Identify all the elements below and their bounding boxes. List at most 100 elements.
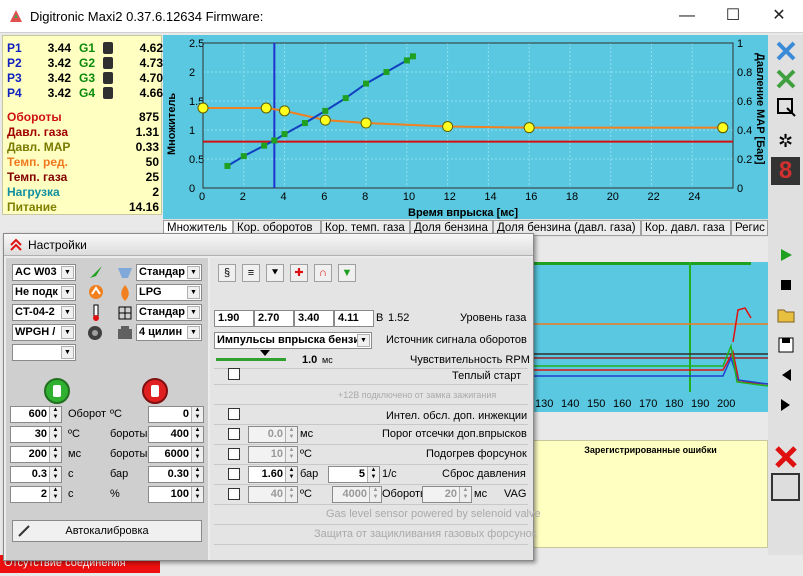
stat-value: 25: [145, 170, 159, 184]
vag-time-input[interactable]: 20 ▲ ▼: [422, 486, 472, 503]
left-spin-a[interactable]: 0.3 ▲ ▼: [10, 466, 62, 483]
map-point[interactable]: [717, 122, 729, 134]
minimize-button[interactable]: —: [664, 4, 710, 28]
map-point[interactable]: [523, 122, 535, 134]
left-spin-b[interactable]: 6000 ▲ ▼: [148, 446, 204, 463]
map-point[interactable]: [260, 102, 272, 114]
param-value: 3.42: [47, 56, 71, 70]
right-combo-0[interactable]: Стандар ▼: [136, 264, 202, 281]
map-point[interactable]: [279, 105, 291, 117]
stat-row: Нагрузка 2: [7, 185, 159, 199]
cutoff-checkbox[interactable]: [228, 428, 240, 440]
map-point[interactable]: [360, 117, 372, 129]
params-panel: P1 3.44 G1 4.62 P2 3.42 G2 4.73 P3 3.42 G3 4.70 P4 3.…: [2, 35, 163, 215]
left-spin-a[interactable]: 2 ▲ ▼: [10, 486, 62, 503]
left-spin-a[interactable]: 30 ▲ ▼: [10, 426, 62, 443]
left-combo-4[interactable]: ▼: [12, 344, 76, 361]
pressure-reset-input[interactable]: 1.60 ▲ ▼: [248, 466, 298, 483]
gas-current: 1.52: [388, 312, 410, 324]
left-unit-b: бороты: [110, 428, 148, 440]
right-combo-2[interactable]: Стандар ▼: [136, 304, 202, 321]
tab-6[interactable]: Регис: [731, 220, 768, 236]
medical-cross-icon[interactable]: ✚: [290, 264, 308, 282]
clear-errors-icon[interactable]: [771, 443, 800, 471]
pressure-reset-checkbox[interactable]: [228, 468, 240, 480]
right-combo-1[interactable]: LPG ▼: [136, 284, 202, 301]
left-spin-b[interactable]: 0 ▲ ▼: [148, 406, 204, 423]
save-icon[interactable]: [771, 331, 800, 359]
tab-5[interactable]: Кор. давл. газа: [641, 220, 731, 236]
autocalibration-button[interactable]: Автокалибровка: [12, 520, 202, 542]
right-combo-3[interactable]: 4 цилин ▼: [136, 324, 202, 341]
left-combo-1[interactable]: Не подк ▼: [12, 284, 76, 301]
close-button[interactable]: ✕: [756, 4, 802, 28]
gas-level-unit: В: [376, 312, 384, 324]
stat-label: Давл. газа: [7, 125, 69, 139]
gas-level-field-3[interactable]: 4.11: [334, 310, 374, 327]
vag-temp-input[interactable]: 40 ▲ ▼: [248, 486, 298, 503]
sample-point: [271, 137, 278, 144]
gas-level-field-0[interactable]: 1.90: [214, 310, 254, 327]
autocalibration-label: Автокалибровка: [65, 525, 149, 537]
rpm-source-select[interactable]: Импульсы впрыска бензин ▼: [214, 332, 372, 349]
map-point[interactable]: [197, 102, 209, 114]
left-combo-2[interactable]: CT-04-2 ▼: [12, 304, 76, 321]
cutoff-input[interactable]: 0.0 ▲ ▼: [248, 426, 298, 443]
back-icon[interactable]: [771, 361, 800, 389]
left-spin-b[interactable]: 400 ▲ ▼: [148, 426, 204, 443]
warm-start-checkbox[interactable]: [228, 368, 240, 380]
left-combo-3[interactable]: WPGH / ▼: [12, 324, 76, 341]
gas-level-field-1[interactable]: 2.70: [254, 310, 294, 327]
intel-injection-checkbox[interactable]: [228, 408, 240, 420]
injector-heat-checkbox[interactable]: [228, 448, 240, 460]
left-spin-a[interactable]: 200 ▲ ▼: [10, 446, 62, 463]
left-spin-b[interactable]: 100 ▲ ▼: [148, 486, 204, 503]
injector-heat-input[interactable]: 10 ▲ ▼: [248, 446, 298, 463]
stop-square-icon[interactable]: [771, 473, 800, 501]
chevron-down-icon: ▼: [187, 286, 200, 299]
stop-icon[interactable]: [771, 271, 800, 299]
forward-icon[interactable]: [771, 391, 800, 419]
stat-value: 1.31: [135, 125, 159, 139]
rpm-sensitivity-slider[interactable]: [216, 358, 286, 361]
play-icon[interactable]: [771, 241, 800, 269]
left-spin-b[interactable]: 0.30 ▲ ▼: [148, 466, 204, 483]
lock-icon[interactable]: ∩: [314, 264, 332, 282]
stat-row: Темп. ред. 50: [7, 155, 159, 169]
stat-label: Темп. газа: [7, 170, 68, 184]
live-x-tick-label: 150: [587, 398, 605, 410]
coil-icon: [118, 306, 132, 320]
settings-snow-icon[interactable]: ✲: [771, 127, 800, 155]
disconnect-icon[interactable]: [771, 37, 800, 65]
dna-icon[interactable]: §: [218, 264, 236, 282]
open-folder-icon[interactable]: [771, 301, 800, 329]
dialog-title-bar[interactable]: Настройки: [4, 234, 533, 256]
x-tick-label: 18: [566, 191, 578, 203]
export-icon[interactable]: [771, 93, 800, 121]
vag-checkbox[interactable]: [228, 488, 240, 500]
filter-icon[interactable]: ▼: [338, 264, 356, 282]
left-spin-a[interactable]: 600 ▲ ▼: [10, 406, 62, 423]
sample-point: [403, 57, 410, 64]
gas-param-name: G4: [79, 86, 96, 100]
stat-value: 0.33: [135, 140, 159, 154]
pressure-reset-rate-input[interactable]: 5 ▲ ▼: [328, 466, 380, 483]
left-combo-0[interactable]: AC W03 ▼: [12, 264, 76, 281]
multiplier-chart[interactable]: 0 2 4 6 8 10 12 14 16 18 20 22 24 0 0.5 1 1.5 2 2.5 0 0.2 0.4…: [163, 35, 768, 220]
connect-icon[interactable]: [771, 65, 800, 93]
leaf-icon: [90, 266, 102, 278]
vag-rpm-input[interactable]: 4000 ▲ ▼: [332, 486, 382, 503]
map-point[interactable]: [442, 121, 454, 133]
slider-thumb-icon[interactable]: [260, 350, 270, 356]
vag-label: VAG: [504, 488, 527, 500]
pin-icon[interactable]: ⯆: [266, 264, 284, 282]
gas-mode-button[interactable]: [44, 378, 70, 404]
intel-injection-label: Интел. обсл. доп. инжекции: [386, 410, 528, 422]
maximize-button[interactable]: ☐: [710, 4, 756, 28]
map-point[interactable]: [319, 114, 331, 126]
list-icon[interactable]: ≡: [242, 264, 260, 282]
gas-level-field-2[interactable]: 3.40: [294, 310, 334, 327]
param-row: P2 3.42 G2 4.73: [7, 56, 163, 70]
petrol-mode-button[interactable]: [142, 378, 168, 404]
live-chart-svg: 130 140 150 160 170 180 190 200: [533, 262, 769, 410]
